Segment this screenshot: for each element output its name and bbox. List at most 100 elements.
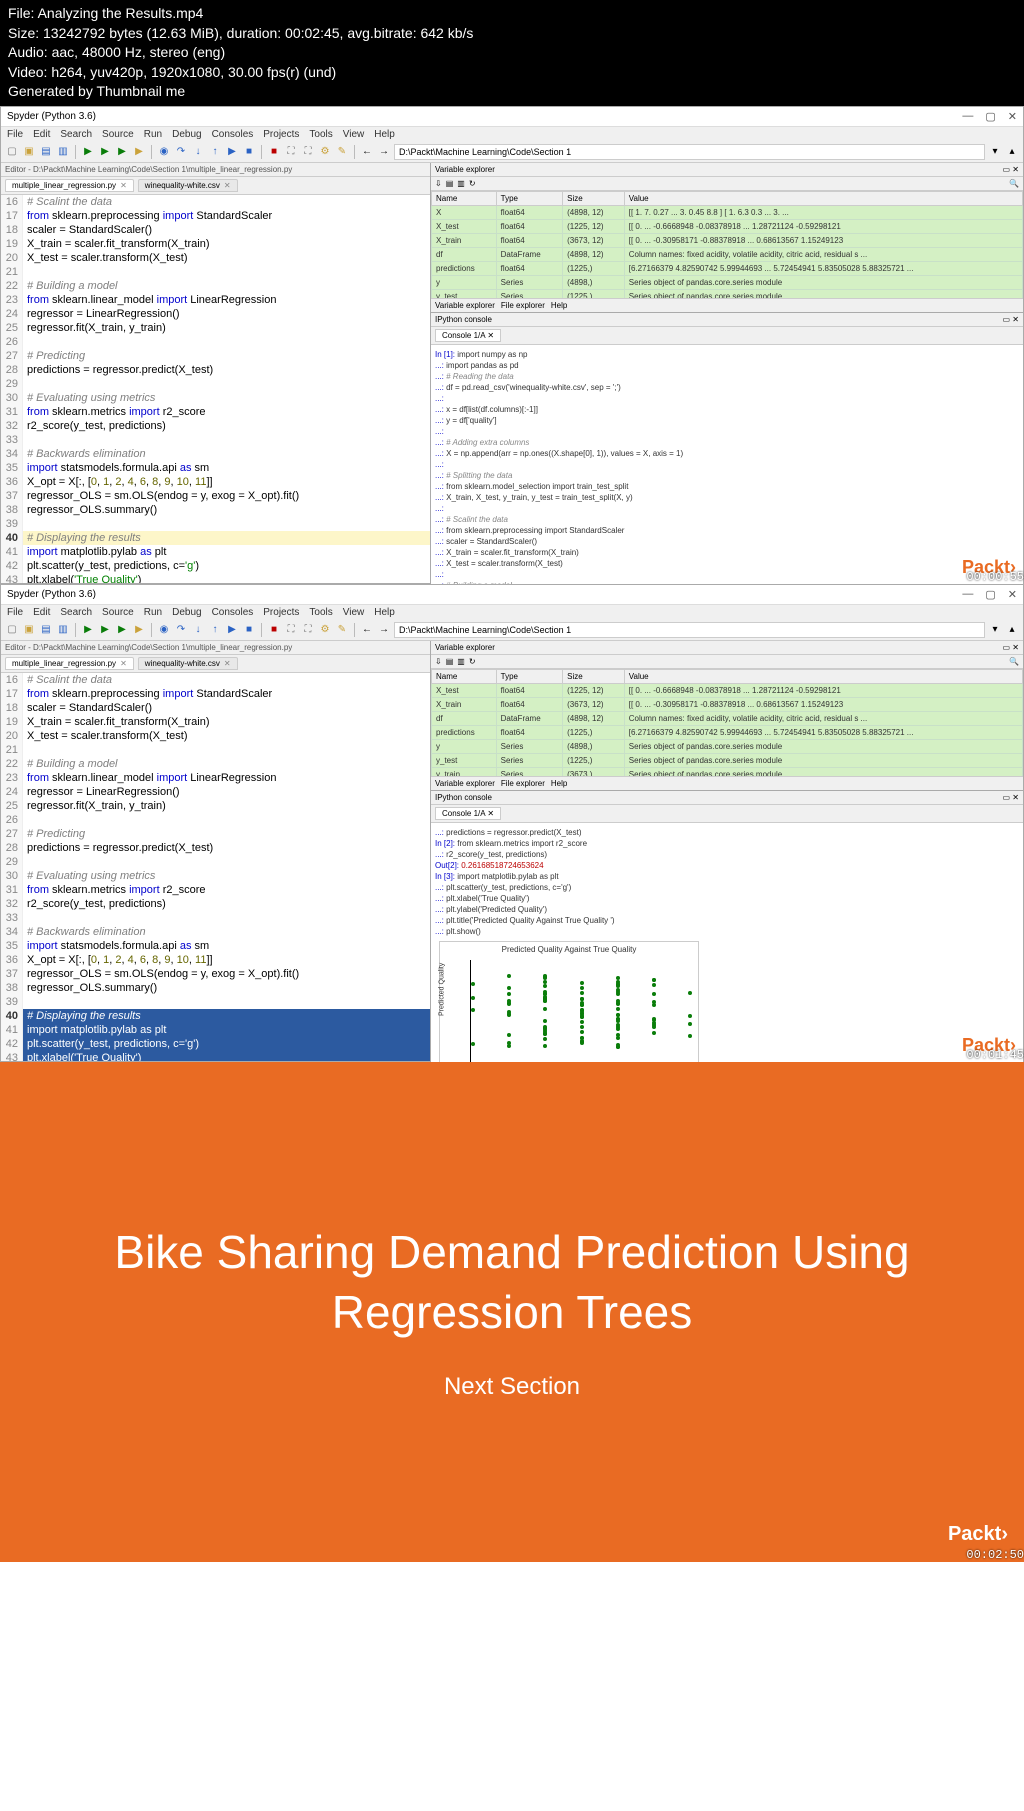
code-line[interactable]: 26 xyxy=(1,335,430,349)
search-icon[interactable]: 🔍 xyxy=(1009,179,1019,188)
maximize-button[interactable]: ▢ xyxy=(985,588,995,601)
code-line[interactable]: 27# Predicting xyxy=(1,827,430,841)
debug-icon[interactable]: ◉ xyxy=(157,145,171,159)
menu-edit[interactable]: Edit xyxy=(33,129,50,140)
code-line[interactable]: 33 xyxy=(1,911,430,925)
menu-file[interactable]: File xyxy=(7,607,23,618)
menu-view[interactable]: View xyxy=(343,129,365,140)
search-icon[interactable]: 🔍 xyxy=(1009,657,1019,666)
code-line[interactable]: 32r2_score(y_test, predictions) xyxy=(1,897,430,911)
tab-variable-explorer[interactable]: Variable explorer xyxy=(435,301,495,310)
menu-help[interactable]: Help xyxy=(374,129,395,140)
close-icon[interactable]: ✕ xyxy=(120,181,127,190)
code-line[interactable]: 28predictions = regressor.predict(X_test… xyxy=(1,841,430,855)
maximize-pane-icon[interactable]: ⛶ xyxy=(284,145,298,159)
maximize-pane-icon[interactable]: ⛶ xyxy=(284,623,298,637)
code-line[interactable]: 31from sklearn.metrics import r2_score xyxy=(1,883,430,897)
code-editor[interactable]: 16# Scalint the data17from sklearn.prepr… xyxy=(1,673,430,1061)
code-line[interactable]: 22# Building a model xyxy=(1,757,430,771)
code-line[interactable]: 21 xyxy=(1,743,430,757)
save-data-as-icon[interactable]: ▥ xyxy=(457,657,465,666)
col-type[interactable]: Type xyxy=(496,191,562,205)
save-data-icon[interactable]: ▤ xyxy=(446,179,454,188)
menu-search[interactable]: Search xyxy=(60,607,92,618)
run-icon[interactable]: ▶ xyxy=(81,145,95,159)
menu-source[interactable]: Source xyxy=(102,129,134,140)
code-line[interactable]: 42plt.scatter(y_test, predictions, c='g'… xyxy=(1,1037,430,1051)
variable-row[interactable]: y_testSeries(1225,)Series object of pand… xyxy=(432,289,1023,298)
console-tab[interactable]: Console 1/A ✕ xyxy=(435,329,501,342)
code-line[interactable]: 34# Backwards elimination xyxy=(1,447,430,461)
working-directory-input[interactable] xyxy=(394,622,985,638)
code-line[interactable]: 28predictions = regressor.predict(X_test… xyxy=(1,363,430,377)
open-folder-icon[interactable]: ▣ xyxy=(22,145,36,159)
variable-row[interactable]: predictionsfloat64(1225,)[6.27166379 4.8… xyxy=(432,261,1023,275)
step-over-icon[interactable]: ↷ xyxy=(174,145,188,159)
variable-row[interactable]: y_trainSeries(3673,)Series object of pan… xyxy=(432,767,1023,776)
menu-source[interactable]: Source xyxy=(102,607,134,618)
working-directory-input[interactable] xyxy=(394,144,985,160)
code-line[interactable]: 21 xyxy=(1,265,430,279)
code-line[interactable]: 24regressor = LinearRegression() xyxy=(1,785,430,799)
code-line[interactable]: 41import matplotlib.pylab as plt xyxy=(1,545,430,559)
code-line[interactable]: 32r2_score(y_test, predictions) xyxy=(1,419,430,433)
code-line[interactable]: 39 xyxy=(1,995,430,1009)
run-selection-icon[interactable]: ▶ xyxy=(132,623,146,637)
stop-debug-icon[interactable]: ■ xyxy=(242,145,256,159)
code-line[interactable]: 36X_opt = X[:, [0, 1, 2, 4, 6, 8, 9, 10,… xyxy=(1,475,430,489)
menu-help[interactable]: Help xyxy=(374,607,395,618)
variable-table[interactable]: Name Type Size Value Xfloat64(4898, 12)[… xyxy=(431,191,1023,298)
code-line[interactable]: 16# Scalint the data xyxy=(1,673,430,687)
continue-icon[interactable]: ▶ xyxy=(225,623,239,637)
run-selection-icon[interactable]: ▶ xyxy=(132,145,146,159)
menu-run[interactable]: Run xyxy=(144,607,162,618)
tab-help[interactable]: Help xyxy=(551,301,567,310)
code-line[interactable]: 25regressor.fit(X_train, y_train) xyxy=(1,799,430,813)
code-line[interactable]: 30# Evaluating using metrics xyxy=(1,391,430,405)
variable-row[interactable]: X_trainfloat64(3673, 12)[[ 0. ... -0.309… xyxy=(432,233,1023,247)
step-out-icon[interactable]: ↑ xyxy=(208,623,222,637)
code-line[interactable]: 24regressor = LinearRegression() xyxy=(1,307,430,321)
parent-dir-icon[interactable]: ▴ xyxy=(1005,145,1019,159)
minimize-button[interactable]: — xyxy=(962,588,973,601)
code-line[interactable]: 22# Building a model xyxy=(1,279,430,293)
save-icon[interactable]: ▤ xyxy=(39,145,53,159)
tab-file-explorer[interactable]: File explorer xyxy=(501,301,545,310)
back-icon[interactable]: ← xyxy=(360,623,374,637)
variable-row[interactable]: X_testfloat64(1225, 12)[[ 0. ... -0.6668… xyxy=(432,683,1023,697)
code-line[interactable]: 36X_opt = X[:, [0, 1, 2, 4, 6, 8, 9, 10,… xyxy=(1,953,430,967)
code-line[interactable]: 23from sklearn.linear_model import Linea… xyxy=(1,771,430,785)
code-line[interactable]: 34# Backwards elimination xyxy=(1,925,430,939)
pane-options-icon[interactable]: ▭ ✕ xyxy=(1003,165,1019,174)
new-file-icon[interactable]: ▢ xyxy=(5,145,19,159)
import-data-icon[interactable]: ⇩ xyxy=(435,657,442,666)
variable-row[interactable]: ySeries(4898,)Series object of pandas.co… xyxy=(432,275,1023,289)
preferences-icon[interactable]: ⚙ xyxy=(318,623,332,637)
pane-options-icon[interactable]: ▭ ✕ xyxy=(1003,793,1019,802)
menu-projects[interactable]: Projects xyxy=(263,129,299,140)
variable-row[interactable]: predictionsfloat64(1225,)[6.27166379 4.8… xyxy=(432,725,1023,739)
pane-options-icon[interactable]: ▭ ✕ xyxy=(1003,315,1019,324)
console-tab[interactable]: Console 1/A ✕ xyxy=(435,807,501,820)
code-line[interactable]: 19X_train = scaler.fit_transform(X_train… xyxy=(1,715,430,729)
code-line[interactable]: 18scaler = StandardScaler() xyxy=(1,701,430,715)
run-cell-icon[interactable]: ▶ xyxy=(98,623,112,637)
step-into-icon[interactable]: ↓ xyxy=(191,623,205,637)
close-icon[interactable]: ✕ xyxy=(120,659,127,668)
browse-folder-icon[interactable]: ▾ xyxy=(988,145,1002,159)
menu-debug[interactable]: Debug xyxy=(172,607,201,618)
variable-table[interactable]: Name Type Size Value X_testfloat64(1225,… xyxy=(431,669,1023,776)
code-line[interactable]: 38regressor_OLS.summary() xyxy=(1,981,430,995)
import-data-icon[interactable]: ⇩ xyxy=(435,179,442,188)
menu-edit[interactable]: Edit xyxy=(33,607,50,618)
debug-icon[interactable]: ◉ xyxy=(157,623,171,637)
tab-winequality-csv[interactable]: winequality-white.csv✕ xyxy=(138,179,238,192)
menu-tools[interactable]: Tools xyxy=(309,607,332,618)
run-cell-advance-icon[interactable]: ▶ xyxy=(115,623,129,637)
menu-view[interactable]: View xyxy=(343,607,365,618)
code-line[interactable]: 35import statsmodels.formula.api as sm xyxy=(1,461,430,475)
menu-search[interactable]: Search xyxy=(60,129,92,140)
code-line[interactable]: 29 xyxy=(1,855,430,869)
save-all-icon[interactable]: ▥ xyxy=(56,145,70,159)
code-line[interactable]: 35import statsmodels.formula.api as sm xyxy=(1,939,430,953)
